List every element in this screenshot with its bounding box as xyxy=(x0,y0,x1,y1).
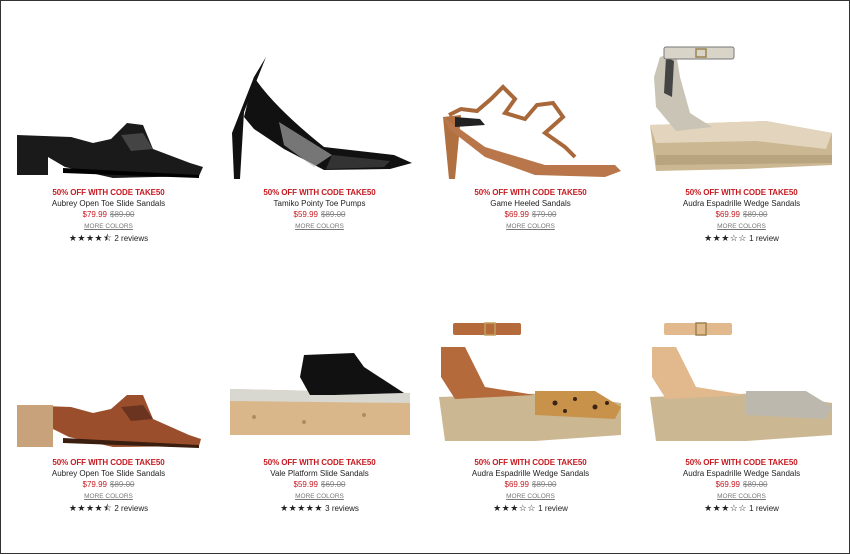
price: $69.99 $89.00 xyxy=(425,479,636,491)
product-name-link[interactable]: Tamiko Pointy Toe Pumps xyxy=(214,198,425,209)
original-price: $79.00 xyxy=(532,210,557,219)
promo-text: 50% OFF WITH CODE TAKE50 xyxy=(52,458,165,467)
price: $69.99 $89.00 xyxy=(636,209,847,221)
product-name-link[interactable]: Audra Espadrille Wedge Sandals xyxy=(636,468,847,479)
product-name-link[interactable]: Audra Espadrille Wedge Sandals xyxy=(636,198,847,209)
rating[interactable]: ★★★☆☆ 1 review xyxy=(425,502,636,515)
product-name-link[interactable]: Game Heeled Sandals xyxy=(425,198,636,209)
product-image[interactable] xyxy=(3,307,214,457)
more-colors-link[interactable]: MORE COLORS xyxy=(214,221,425,232)
product-image[interactable] xyxy=(214,307,425,457)
star-rating-icon: ★★★★⯪ xyxy=(68,503,113,513)
more-colors-link[interactable]: MORE COLORS xyxy=(425,221,636,232)
product-card[interactable]: 50% OFF WITH CODE TAKE50 Aubrey Open Toe… xyxy=(3,37,214,245)
rating[interactable]: ★★★★★ 3 reviews xyxy=(214,502,425,515)
more-colors-link[interactable]: MORE COLORS xyxy=(636,491,847,502)
product-name-link[interactable]: Audra Espadrille Wedge Sandals xyxy=(425,468,636,479)
product-image[interactable] xyxy=(425,37,636,187)
review-count: 1 review xyxy=(749,234,779,243)
product-card[interactable]: 50% OFF WITH CODE TAKE50 Audra Espadrill… xyxy=(636,307,847,515)
original-price: $69.00 xyxy=(321,480,346,489)
product-name-link[interactable]: Vale Platform Slide Sandals xyxy=(214,468,425,479)
product-grid-frame: 50% OFF WITH CODE TAKE50 Aubrey Open Toe… xyxy=(0,0,850,554)
product-image[interactable] xyxy=(425,307,636,457)
sale-price: $79.99 xyxy=(82,480,107,489)
price: $59.99 $69.00 xyxy=(214,479,425,491)
price: $69.99 $79.00 xyxy=(425,209,636,221)
product-card[interactable]: 50% OFF WITH CODE TAKE50 Audra Espadrill… xyxy=(636,37,847,245)
promo-text: 50% OFF WITH CODE TAKE50 xyxy=(52,188,165,197)
rating[interactable]: ★★★★⯪ 2 reviews xyxy=(3,232,214,245)
promo-text: 50% OFF WITH CODE TAKE50 xyxy=(474,458,587,467)
promo-text: 50% OFF WITH CODE TAKE50 xyxy=(685,188,798,197)
original-price: $89.00 xyxy=(110,210,135,219)
sale-price: $69.99 xyxy=(715,480,740,489)
rating[interactable]: ★★★★⯪ 2 reviews xyxy=(3,502,214,515)
sale-price: $79.99 xyxy=(82,210,107,219)
product-name-link[interactable]: Aubrey Open Toe Slide Sandals xyxy=(3,468,214,479)
more-colors-link[interactable]: MORE COLORS xyxy=(425,491,636,502)
sale-price: $69.99 xyxy=(504,210,529,219)
sale-price: $59.99 xyxy=(293,210,318,219)
product-image[interactable] xyxy=(214,37,425,187)
promo-text: 50% OFF WITH CODE TAKE50 xyxy=(263,188,376,197)
product-card[interactable]: 50% OFF WITH CODE TAKE50 Audra Espadrill… xyxy=(425,307,636,515)
sale-price: $69.99 xyxy=(715,210,740,219)
star-rating-icon: ★★★☆☆ xyxy=(704,503,747,513)
original-price: $89.00 xyxy=(321,210,346,219)
rating[interactable]: ★★★☆☆ 1 review xyxy=(636,232,847,245)
promo-text: 50% OFF WITH CODE TAKE50 xyxy=(263,458,376,467)
promo-text: 50% OFF WITH CODE TAKE50 xyxy=(474,188,587,197)
product-card[interactable]: 50% OFF WITH CODE TAKE50 Tamiko Pointy T… xyxy=(214,37,425,232)
review-count: 1 review xyxy=(749,504,779,513)
original-price: $89.00 xyxy=(110,480,135,489)
original-price: $89.00 xyxy=(743,210,768,219)
product-image[interactable] xyxy=(636,37,847,187)
more-colors-link[interactable]: MORE COLORS xyxy=(3,221,214,232)
star-rating-icon: ★★★★⯪ xyxy=(68,233,113,243)
product-grid: 50% OFF WITH CODE TAKE50 Aubrey Open Toe… xyxy=(1,1,849,553)
review-count: 1 review xyxy=(538,504,568,513)
more-colors-link[interactable]: MORE COLORS xyxy=(214,491,425,502)
promo-text: 50% OFF WITH CODE TAKE50 xyxy=(685,458,798,467)
product-name-link[interactable]: Aubrey Open Toe Slide Sandals xyxy=(3,198,214,209)
star-rating-icon: ★★★☆☆ xyxy=(493,503,536,513)
price: $79.99 $89.00 xyxy=(3,479,214,491)
price: $59.99 $89.00 xyxy=(214,209,425,221)
review-count: 3 reviews xyxy=(325,504,359,513)
review-count: 2 reviews xyxy=(114,504,149,513)
rating[interactable]: ★★★☆☆ 1 review xyxy=(636,502,847,515)
product-image[interactable] xyxy=(3,37,214,187)
original-price: $89.00 xyxy=(532,480,557,489)
sale-price: $59.99 xyxy=(293,480,318,489)
product-card[interactable]: 50% OFF WITH CODE TAKE50 Vale Platform S… xyxy=(214,307,425,515)
more-colors-link[interactable]: MORE COLORS xyxy=(636,221,847,232)
more-colors-link[interactable]: MORE COLORS xyxy=(3,491,214,502)
review-count: 2 reviews xyxy=(114,234,149,243)
price: $69.99 $89.00 xyxy=(636,479,847,491)
price: $79.99 $89.00 xyxy=(3,209,214,221)
product-image[interactable] xyxy=(636,307,847,457)
original-price: $89.00 xyxy=(743,480,768,489)
product-card[interactable]: 50% OFF WITH CODE TAKE50 Aubrey Open Toe… xyxy=(3,307,214,515)
star-rating-icon: ★★★☆☆ xyxy=(704,233,747,243)
product-card[interactable]: 50% OFF WITH CODE TAKE50 Game Heeled San… xyxy=(425,37,636,232)
star-rating-icon: ★★★★★ xyxy=(280,503,323,513)
sale-price: $69.99 xyxy=(504,480,529,489)
